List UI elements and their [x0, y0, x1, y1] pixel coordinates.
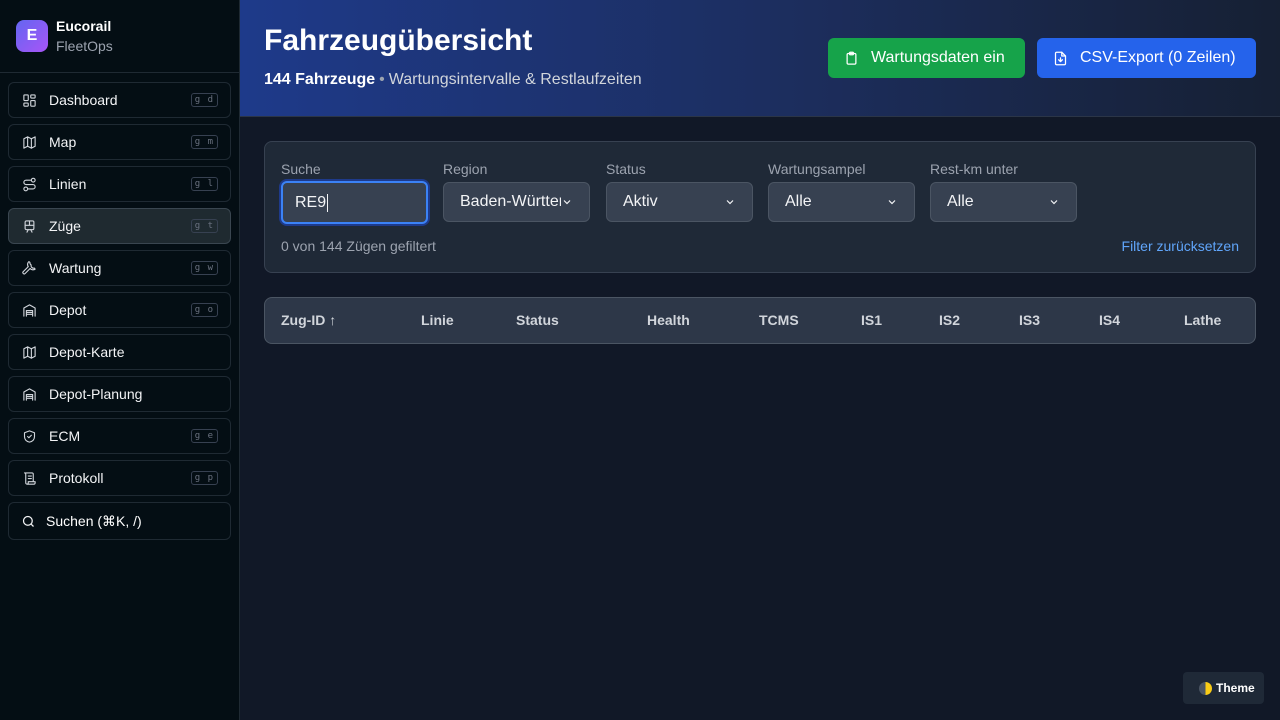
- map-icon: [21, 344, 37, 360]
- sidebar-item-protokoll[interactable]: Protokoll g p: [8, 460, 231, 496]
- search-label: Suche: [281, 161, 321, 177]
- status-select-value: Aktiv: [623, 193, 658, 210]
- shortcut-hint: g t: [190, 219, 218, 233]
- search-input[interactable]: RE9: [281, 181, 428, 224]
- sidebar-item-label: Züge: [49, 218, 81, 234]
- warehouse-icon: [21, 302, 37, 318]
- filter-result-count: 0 von 144 Zügen gefiltert: [281, 238, 436, 254]
- train-icon: [21, 218, 37, 234]
- subtitle-text: Wartungsintervalle & Restlaufzeiten: [388, 71, 642, 88]
- column-header-status[interactable]: Status: [516, 312, 559, 328]
- csv-export-button[interactable]: CSV-Export (0 Zeilen): [1037, 38, 1256, 78]
- sidebar-item-zuege[interactable]: Züge g t: [8, 208, 231, 244]
- shortcut-hint: g d: [190, 93, 218, 107]
- search-input-value: RE9: [295, 193, 327, 211]
- import-maintenance-label: Wartungsdaten ein: [871, 49, 1005, 66]
- sidebar-item-label: Protokoll: [49, 470, 104, 486]
- theme-toggle-label: Theme: [1216, 681, 1255, 695]
- shortcut-hint: g w: [190, 261, 218, 275]
- column-header-is3[interactable]: IS3: [1019, 312, 1040, 328]
- brand-name: Eucorail: [56, 18, 112, 34]
- csv-export-label: CSV-Export (0 Zeilen): [1080, 49, 1236, 66]
- sidebar: E Eucorail FleetOps Dashboard g d Map g …: [0, 0, 240, 720]
- region-label: Region: [443, 161, 488, 177]
- sidebar-item-map[interactable]: Map g m: [8, 124, 231, 160]
- sidebar-item-depot[interactable]: Depot g o: [8, 292, 231, 328]
- sidebar-item-label: ECM: [49, 428, 81, 444]
- command-search-label: Suchen (⌘K, /): [46, 512, 142, 529]
- sidebar-item-label: Dashboard: [49, 92, 118, 108]
- sidebar-nav: Dashboard g d Map g m Linien g l Züge g …: [0, 73, 239, 496]
- shortcut-hint: g l: [190, 177, 218, 191]
- shield-icon: [21, 428, 37, 444]
- ampel-select-value: Alle: [785, 193, 812, 210]
- restkm-select[interactable]: Alle: [930, 182, 1077, 222]
- warehouse-icon: [21, 386, 37, 402]
- restkm-select-value: Alle: [947, 193, 974, 210]
- shortcut-hint: g e: [190, 429, 218, 443]
- command-search-button[interactable]: Suchen (⌘K, /): [8, 502, 231, 540]
- sidebar-item-label: Depot-Karte: [49, 344, 125, 360]
- search-icon: [22, 515, 34, 527]
- sidebar-item-label: Depot-Planung: [49, 386, 143, 402]
- shortcut-hint: g o: [190, 303, 218, 317]
- status-select[interactable]: Aktiv: [606, 182, 753, 222]
- column-header-linie[interactable]: Linie: [421, 312, 454, 328]
- text-caret: [327, 193, 329, 212]
- clipboard-icon: [846, 51, 857, 65]
- column-header-is1[interactable]: IS1: [861, 312, 882, 328]
- region-select[interactable]: Baden-Württemberg: [443, 182, 590, 222]
- route-icon: [21, 176, 37, 192]
- column-header-lathe[interactable]: Lathe: [1184, 312, 1221, 328]
- ampel-select[interactable]: Alle: [768, 182, 915, 222]
- sidebar-item-wartung[interactable]: Wartung g w: [8, 250, 231, 286]
- sidebar-item-linien[interactable]: Linien g l: [8, 166, 231, 202]
- column-header-is2[interactable]: IS2: [939, 312, 960, 328]
- ampel-label: Wartungsampel: [768, 161, 866, 177]
- brand-logo: E: [16, 20, 48, 52]
- restkm-label: Rest-km unter: [930, 161, 1018, 177]
- scroll-icon: [21, 470, 37, 486]
- status-label: Status: [606, 161, 646, 177]
- chevron-down-icon: [563, 200, 571, 205]
- page-header: Fahrzeugübersicht 144 Fahrzeuge • Wartungs…: [240, 0, 1280, 117]
- sidebar-item-depot-karte[interactable]: Depot-Karte: [8, 334, 231, 370]
- sidebar-item-dashboard[interactable]: Dashboard g d: [8, 82, 231, 118]
- sidebar-item-label: Wartung: [49, 260, 102, 276]
- chevron-down-icon: [1050, 200, 1058, 205]
- sidebar-item-depot-planung[interactable]: Depot-Planung: [8, 376, 231, 412]
- file-download-icon: [1054, 51, 1067, 65]
- column-header-tcms[interactable]: TCMS: [759, 312, 799, 328]
- half-moon-icon: [1199, 681, 1212, 695]
- column-header-health[interactable]: Health: [647, 312, 690, 328]
- brand[interactable]: E Eucorail FleetOps: [0, 0, 239, 73]
- map-icon: [21, 134, 37, 150]
- chevron-down-icon: [726, 200, 734, 205]
- region-select-value: Baden-Württemberg: [460, 193, 561, 210]
- vehicle-count: 144 Fahrzeuge: [264, 71, 376, 88]
- shortcut-hint: g p: [190, 471, 218, 485]
- sidebar-item-label: Linien: [49, 176, 87, 192]
- import-maintenance-button[interactable]: Wartungsdaten ein: [828, 38, 1025, 78]
- separator-dot: •: [379, 71, 385, 88]
- chevron-down-icon: [888, 200, 896, 205]
- reset-filters-link[interactable]: Filter zurücksetzen: [1122, 238, 1239, 254]
- sidebar-item-ecm[interactable]: ECM g e: [8, 418, 231, 454]
- page-subtitle: 144 Fahrzeuge • Wartungsintervalle & Restl…: [264, 71, 642, 89]
- theme-toggle-button[interactable]: Theme: [1183, 672, 1264, 704]
- page-title: Fahrzeugübersicht: [264, 24, 533, 57]
- trains-table: Zug-ID ↑ Linie Status Health TCMS IS1 IS…: [264, 297, 1256, 344]
- wrench-icon: [21, 260, 37, 276]
- brand-subtitle: FleetOps: [56, 38, 113, 54]
- filter-panel: Suche RE9 Region Baden-Württemberg Statu…: [264, 141, 1256, 273]
- dashboard-icon: [21, 92, 37, 108]
- column-header-is4[interactable]: IS4: [1099, 312, 1120, 328]
- shortcut-hint: g m: [190, 135, 218, 149]
- sidebar-item-label: Depot: [49, 302, 87, 318]
- column-header-zug-id[interactable]: Zug-ID ↑: [281, 312, 336, 328]
- sidebar-item-label: Map: [49, 134, 77, 150]
